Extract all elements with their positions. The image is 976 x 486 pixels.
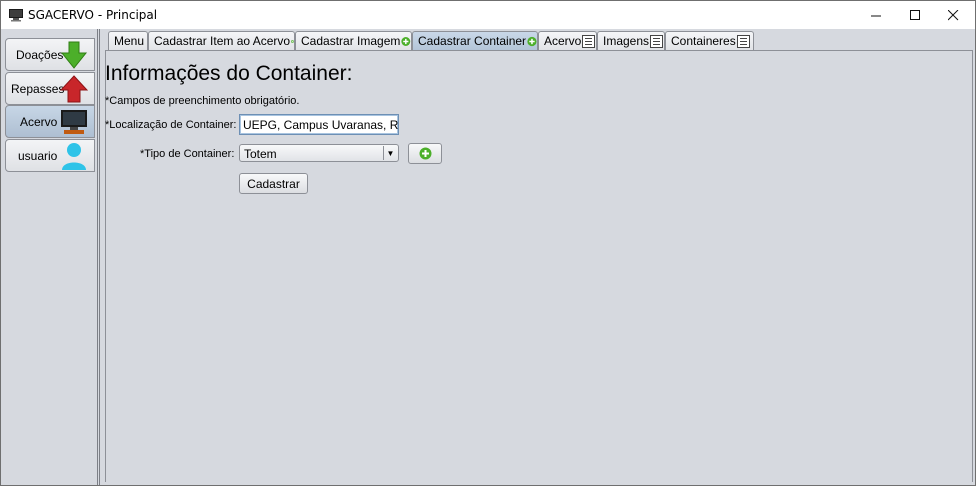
maximize-icon (909, 9, 920, 20)
sidebar-item-label: Repasses (11, 82, 65, 96)
window-title: SGACERVO - Principal (28, 8, 158, 22)
tab-cadastrar-item[interactable]: Cadastrar Item ao Acervo (148, 31, 295, 50)
plus-icon (527, 36, 537, 46)
tab-label: Imagens (603, 34, 650, 48)
tab-menu[interactable]: Menu (108, 31, 148, 50)
computer-icon (61, 110, 87, 134)
tab-acervo[interactable]: Acervo (538, 31, 597, 50)
submit-button[interactable]: Cadastrar (239, 173, 308, 194)
chevron-down-icon: ▼ (383, 146, 397, 160)
tab-label: Acervo (544, 34, 582, 48)
title-bar: SGACERVO - Principal (1, 1, 975, 29)
tab-cadastrar-container[interactable]: Cadastrar Container (412, 31, 538, 50)
container-type-label: *Tipo de Container: (140, 148, 235, 160)
sidebar-item-label: Doações (16, 48, 64, 62)
app-icon (9, 9, 23, 22)
sidebar-item-acervo[interactable]: Acervo (5, 105, 95, 138)
location-input[interactable]: UEPG, Campus Uvaranas, Reito (239, 114, 399, 135)
tab-imagens[interactable]: Imagens (597, 31, 665, 50)
sidebar-item-label: usuario (18, 149, 58, 163)
container-type-select[interactable]: Totem ▼ (239, 144, 399, 162)
tab-containeres[interactable]: Containeres (665, 31, 754, 50)
list-icon (650, 34, 664, 48)
sidebar-item-repasses[interactable]: Repasses (5, 72, 95, 105)
sidebar-item-doacoes[interactable]: Doações (5, 38, 95, 71)
tab-strip: Menu Cadastrar Item ao Acervo Cadastrar … (108, 31, 968, 51)
close-button[interactable] (930, 1, 975, 29)
sidebar-item-usuario[interactable]: usuario (5, 139, 95, 172)
app-window: SGACERVO - Principal Doações Repasses Ac… (0, 0, 976, 486)
tab-cadastrar-imagem[interactable]: Cadastrar Imagem (295, 31, 412, 50)
arrow-down-icon (60, 41, 88, 69)
list-icon (736, 34, 750, 48)
tab-label: Menu (114, 34, 145, 48)
tab-label: Cadastrar Imagem (301, 34, 401, 48)
tab-label: Cadastrar Container (418, 34, 527, 48)
add-container-type-button[interactable] (408, 143, 442, 164)
container-type-value: Totem (244, 147, 277, 161)
user-icon (62, 143, 86, 170)
plus-icon (291, 39, 294, 43)
tab-label: Containeres (671, 34, 736, 48)
plus-icon (401, 36, 411, 46)
arrow-up-icon (60, 75, 88, 103)
tab-content-panel (105, 50, 973, 482)
tab-label: Cadastrar Item ao Acervo (154, 34, 291, 48)
close-icon (947, 9, 958, 20)
required-fields-note: *Campos de preenchimento obrigatório. (105, 95, 300, 107)
form-title: Informações do Container: (105, 62, 353, 85)
list-icon (582, 34, 596, 48)
sidebar-item-label: Acervo (20, 115, 58, 129)
minimize-icon (870, 15, 881, 16)
sidebar-divider (99, 29, 100, 485)
location-label: *Localização de Container: (105, 119, 237, 131)
plus-icon (419, 147, 431, 160)
